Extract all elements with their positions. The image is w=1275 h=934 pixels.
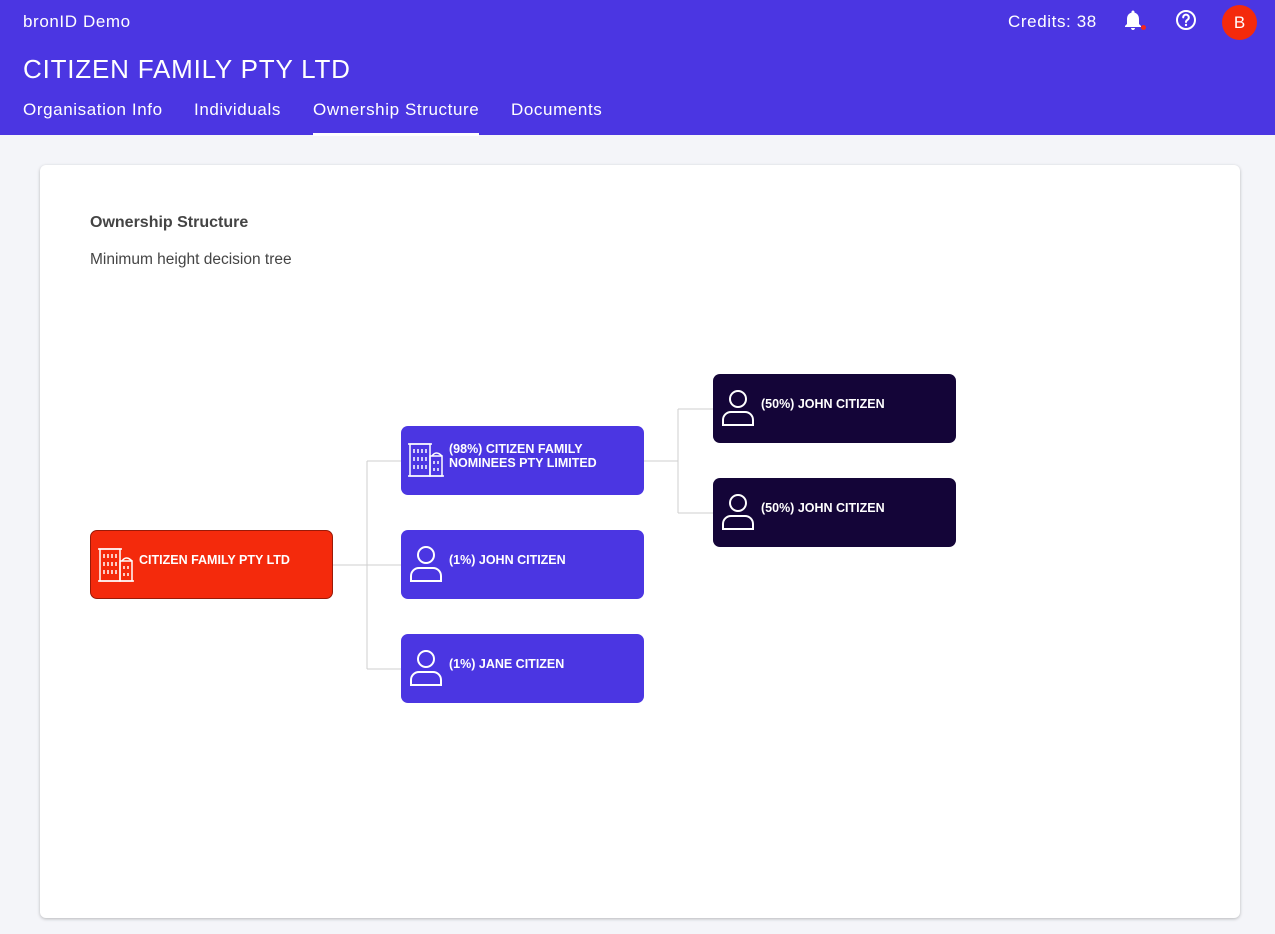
tree-node-nominees[interactable]: (98%) CITIZEN FAMILY NOMINEES PTY LIMITE… xyxy=(401,426,644,495)
tree-node-jane-citizen[interactable]: (1%) JANE CITIZEN xyxy=(401,634,644,703)
tree-node-label: (50%) JOHN CITIZEN xyxy=(761,500,885,515)
person-icon xyxy=(722,390,754,426)
connector-nominees-grandchildren xyxy=(644,408,713,514)
building-icon xyxy=(98,548,134,582)
tree-node-label: (1%) JANE CITIZEN xyxy=(449,656,565,671)
tree-node-label: (50%) JOHN CITIZEN xyxy=(761,396,885,411)
app-name: bronID Demo xyxy=(23,12,131,31)
tree-node-john-citizen-b[interactable]: (50%) JOHN CITIZEN xyxy=(713,478,956,547)
connector-root-children xyxy=(332,460,401,670)
person-icon xyxy=(410,546,442,582)
tab-documents[interactable]: Documents xyxy=(511,100,602,120)
ownership-card: Ownership Structure Minimum height decis… xyxy=(40,165,1240,918)
notifications-bell-icon[interactable] xyxy=(1121,8,1147,34)
help-icon[interactable] xyxy=(1174,8,1198,32)
tab-individuals[interactable]: Individuals xyxy=(194,100,281,120)
ownership-tree: CITIZEN FAMILY PTY LTD (98%) CITIZEN FAM… xyxy=(40,165,1240,918)
tree-node-root[interactable]: CITIZEN FAMILY PTY LTD xyxy=(90,530,333,599)
building-icon xyxy=(408,443,444,477)
notification-dot xyxy=(1141,25,1146,30)
tree-node-label: (98%) CITIZEN FAMILY NOMINEES PTY LIMITE… xyxy=(449,441,597,470)
organisation-title: CITIZEN FAMILY PTY LTD xyxy=(23,54,351,84)
tab-bar: Organisation Info Individuals Ownership … xyxy=(0,96,1275,136)
credits-counter: Credits: 38 xyxy=(1008,12,1097,31)
tree-node-john-citizen[interactable]: (1%) JOHN CITIZEN xyxy=(401,530,644,599)
app-bar: bronID Demo Credits: 38 B CITIZEN FAMILY… xyxy=(0,0,1275,136)
tree-node-label: (1%) JOHN CITIZEN xyxy=(449,552,566,567)
tree-node-john-citizen-a[interactable]: (50%) JOHN CITIZEN xyxy=(713,374,956,443)
tab-ownership-structure[interactable]: Ownership Structure xyxy=(313,100,480,136)
person-icon xyxy=(722,494,754,530)
user-avatar[interactable]: B xyxy=(1222,5,1257,40)
tree-node-label: CITIZEN FAMILY PTY LTD xyxy=(139,552,290,567)
tab-organisation-info[interactable]: Organisation Info xyxy=(23,100,163,120)
person-icon xyxy=(410,650,442,686)
